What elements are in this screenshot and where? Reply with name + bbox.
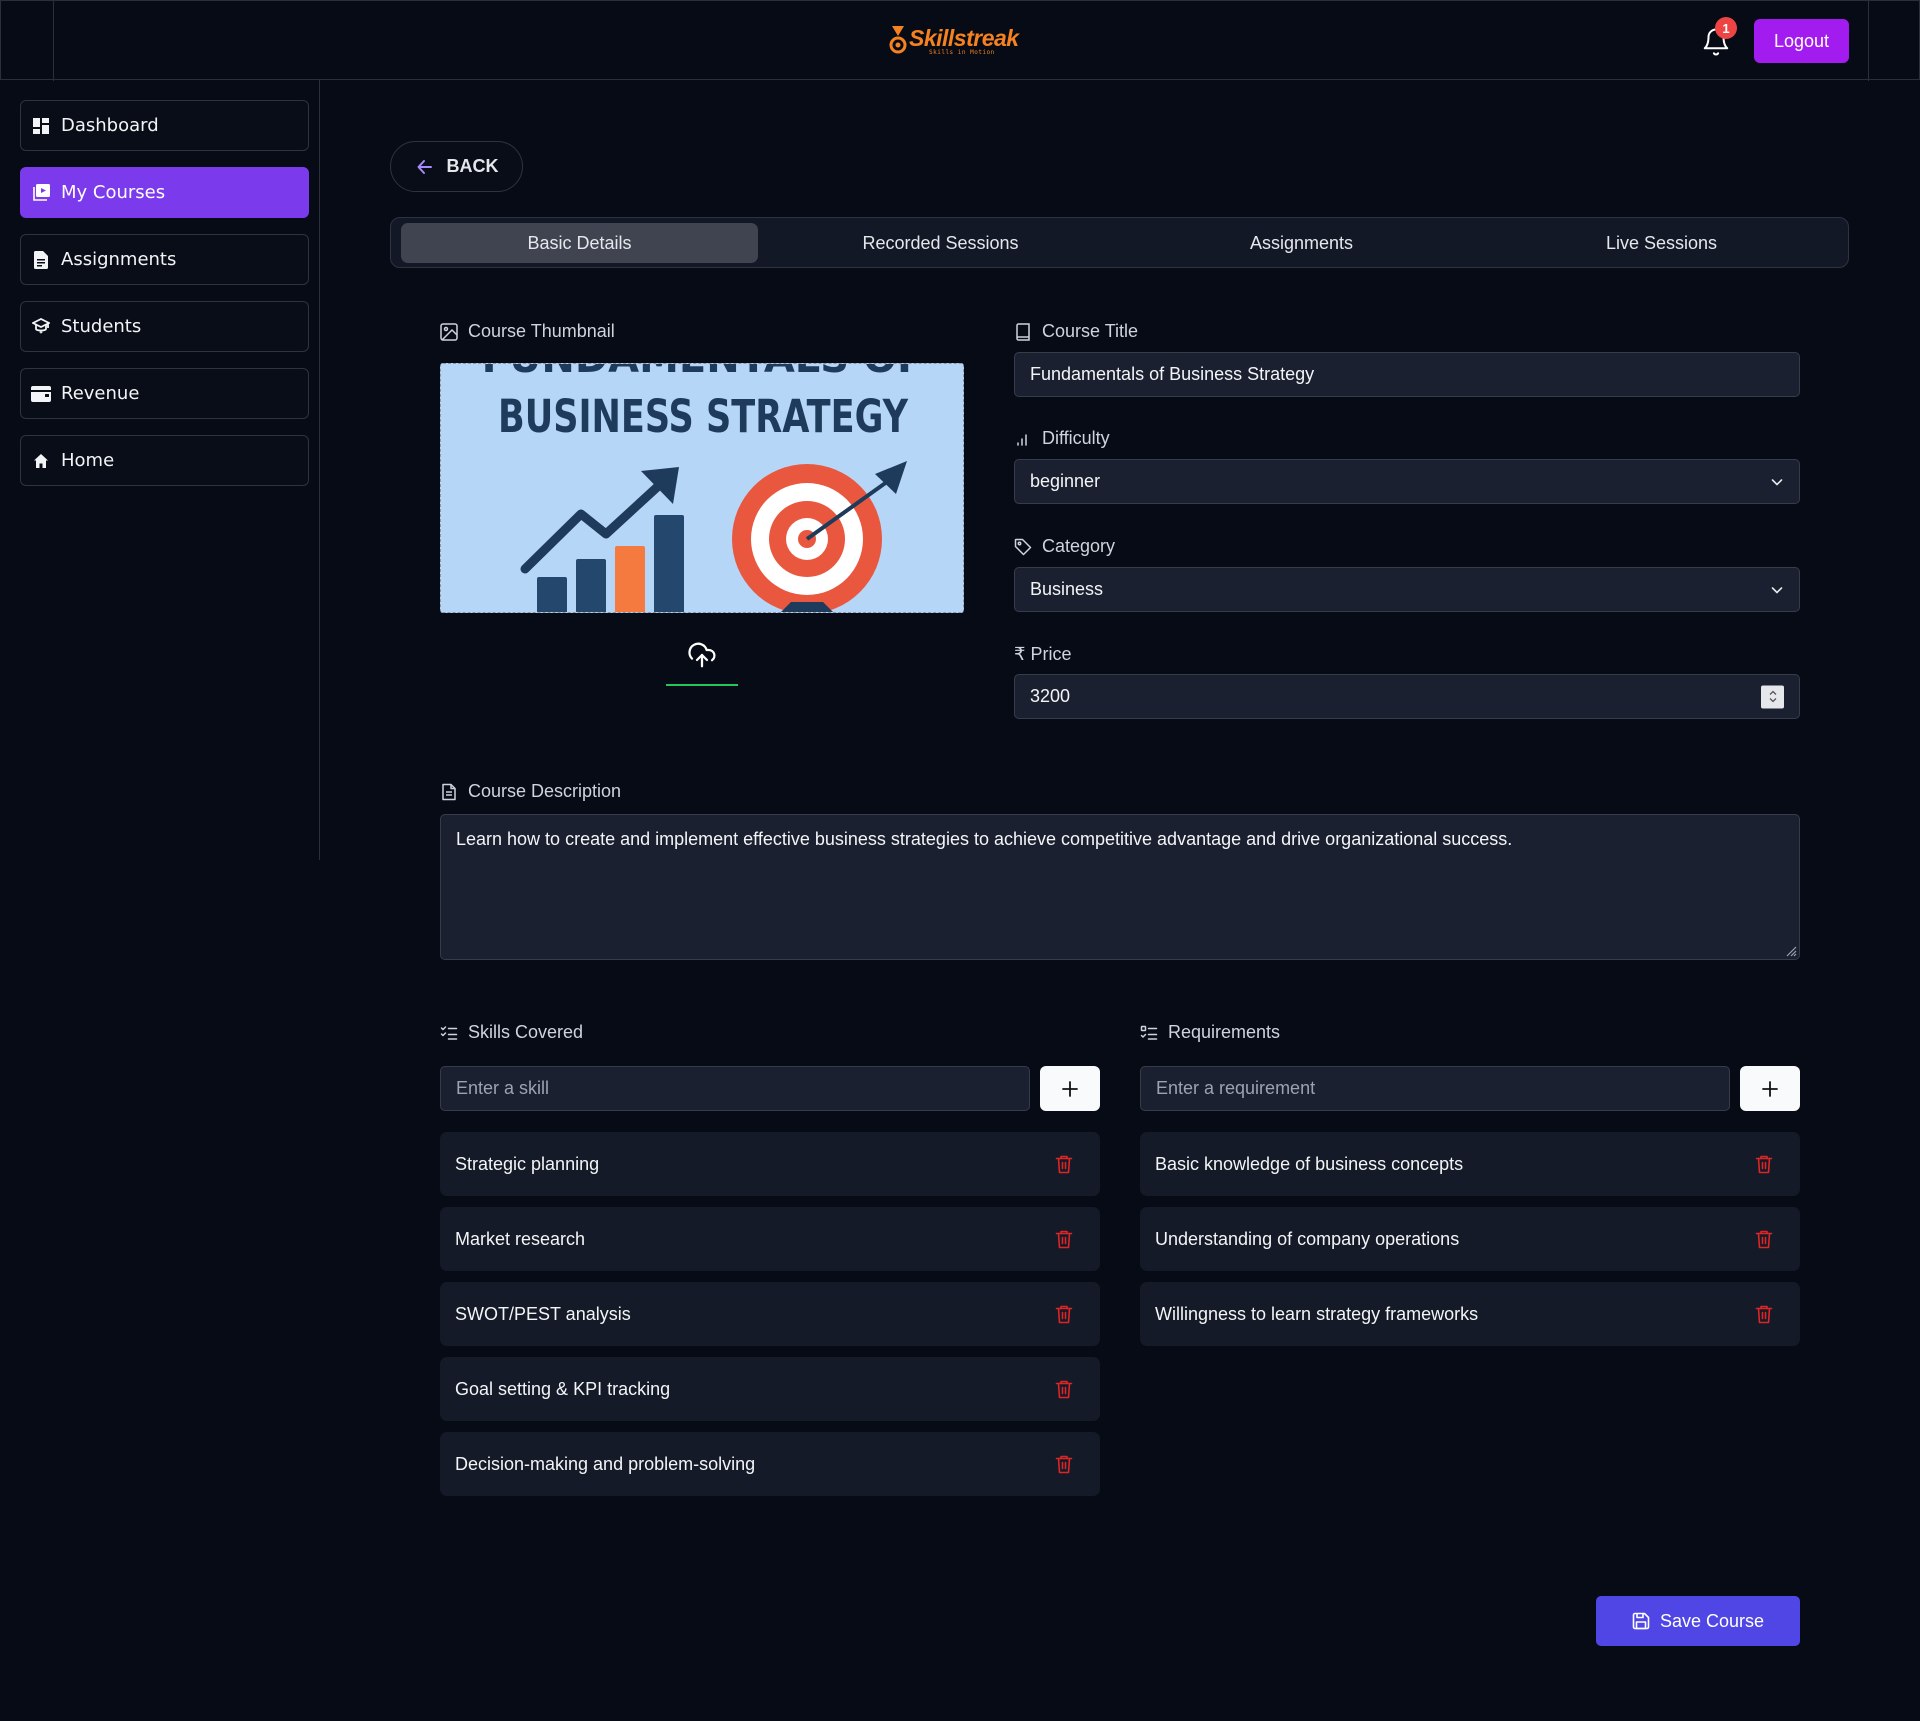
skill-item: Market research [440, 1207, 1100, 1271]
top-bar: Skillstreak Skills in Motion 1 Logout [0, 0, 1920, 81]
wallet-icon [31, 384, 51, 404]
trash-icon[interactable] [1055, 1154, 1073, 1174]
skill-item: Strategic planning [440, 1132, 1100, 1196]
sidebar-item-label: Students [61, 316, 142, 337]
file-text-icon [442, 783, 456, 800]
trash-icon[interactable] [1055, 1229, 1073, 1249]
tab-bar: Basic Details Recorded Sessions Assignme… [390, 217, 1849, 268]
thumbnail-image: FUNDAMENTALS OF BUSINESS STRATEGY [441, 364, 963, 612]
divider [53, 1, 54, 81]
video-icon [31, 183, 51, 203]
chevron-down-icon [1771, 586, 1783, 593]
list-checks-icon [440, 1025, 458, 1040]
tab-recorded-sessions[interactable]: Recorded Sessions [762, 223, 1119, 263]
brand-name: Skillstreak [909, 24, 1019, 51]
requirement-item: Basic knowledge of business concepts [1140, 1132, 1800, 1196]
difficulty-select[interactable]: beginner [1014, 459, 1800, 504]
chevron-down-icon [1771, 478, 1783, 485]
skill-placeholder: Enter a skill [456, 1078, 550, 1098]
requirements-label: Requirements [1140, 1022, 1280, 1043]
requirement-item: Understanding of company operations [1140, 1207, 1800, 1271]
skill-item: Goal setting & KPI tracking [440, 1357, 1100, 1421]
sidebar-item-students[interactable]: Students [20, 301, 309, 352]
upload-button[interactable] [666, 640, 738, 686]
brand-tagline: Skills in Motion [929, 48, 995, 56]
graduation-cap-icon [31, 317, 51, 337]
description-value: Learn how to create and implement effect… [456, 829, 1513, 849]
sidebar-item-label: Assignments [61, 249, 177, 270]
logout-button[interactable]: Logout [1754, 19, 1849, 63]
number-stepper[interactable] [1761, 685, 1784, 708]
brand-logo[interactable]: Skillstreak Skills in Motion [889, 23, 1019, 59]
requirement-item: Willingness to learn strategy frameworks [1140, 1282, 1800, 1346]
sidebar-item-label: Home [61, 450, 115, 471]
trash-icon[interactable] [1055, 1304, 1073, 1324]
document-icon [31, 250, 51, 270]
tab-live-sessions[interactable]: Live Sessions [1483, 223, 1840, 263]
trash-icon[interactable] [1755, 1304, 1773, 1324]
sidebar-item-label: Dashboard [61, 115, 159, 136]
sidebar-item-assignments[interactable]: Assignments [20, 234, 309, 285]
price-label: ₹ Price [1014, 644, 1072, 664]
home-icon [31, 451, 51, 471]
plus-icon [1062, 1080, 1078, 1097]
book-icon [1016, 322, 1030, 341]
category-label: Category [1014, 536, 1115, 557]
description-label: Course Description [440, 781, 621, 802]
title-label: Course Title [1014, 321, 1138, 342]
trash-icon[interactable] [1755, 1229, 1773, 1249]
stepper-arrows-icon [1769, 690, 1776, 703]
course-thumbnail[interactable]: FUNDAMENTALS OF BUSINESS STRATEGY [440, 363, 964, 613]
skill-item: SWOT/PEST analysis [440, 1282, 1100, 1346]
save-label: Save Course [1659, 1610, 1765, 1631]
course-title-input[interactable]: Fundamentals of Business Strategy [1014, 352, 1800, 397]
back-label: BACK [446, 156, 499, 176]
category-select[interactable]: Business [1014, 567, 1800, 612]
course-description-textarea[interactable]: Learn how to create and implement effect… [440, 814, 1800, 960]
price-value: 3200 [1030, 686, 1071, 706]
resize-handle-icon[interactable] [1783, 943, 1797, 957]
list-todo-icon [1140, 1025, 1158, 1040]
image-icon [440, 322, 458, 341]
thumbnail-text-main: BUSINESS STRATEGY [498, 390, 909, 443]
add-skill-button[interactable] [1040, 1066, 1100, 1111]
requirement-placeholder: Enter a requirement [1156, 1078, 1316, 1098]
notification-badge: 1 [1715, 17, 1737, 39]
divider [1868, 1, 1869, 81]
sidebar-item-revenue[interactable]: Revenue [20, 368, 309, 419]
skill-item: Decision-making and problem-solving [440, 1432, 1100, 1496]
medal-icon [889, 26, 907, 54]
plus-icon [1762, 1080, 1778, 1097]
signal-bars-icon [1017, 433, 1027, 446]
price-input[interactable]: 3200 [1014, 674, 1800, 719]
sidebar-item-home[interactable]: Home [20, 435, 309, 486]
skill-input[interactable]: Enter a skill [440, 1066, 1030, 1111]
difficulty-label: Difficulty [1014, 428, 1110, 449]
thumbnail-text-top: FUNDAMENTALS OF [482, 364, 925, 382]
save-course-button[interactable]: Save Course [1596, 1596, 1800, 1646]
thumbnail-label: Course Thumbnail [440, 321, 615, 342]
arrow-left-icon [417, 159, 432, 174]
sidebar-item-label: Revenue [61, 383, 140, 404]
cloud-upload-icon [688, 642, 716, 668]
sidebar-item-my-courses[interactable]: My Courses [20, 167, 309, 218]
sidebar: Dashboard My Courses Assignments Student… [0, 80, 320, 860]
dashboard-icon [31, 116, 51, 136]
tag-icon [1014, 538, 1032, 555]
sidebar-item-dashboard[interactable]: Dashboard [20, 100, 309, 151]
trash-icon[interactable] [1755, 1154, 1773, 1174]
tab-basic-details[interactable]: Basic Details [401, 223, 758, 263]
back-button[interactable]: BACK [390, 141, 523, 192]
requirement-input[interactable]: Enter a requirement [1140, 1066, 1730, 1111]
add-requirement-button[interactable] [1740, 1066, 1800, 1111]
tab-assignments[interactable]: Assignments [1123, 223, 1480, 263]
trash-icon[interactable] [1055, 1379, 1073, 1399]
save-icon [1632, 1612, 1650, 1630]
trash-icon[interactable] [1055, 1454, 1073, 1474]
category-value: Business [1030, 579, 1104, 599]
skills-label: Skills Covered [440, 1022, 583, 1043]
sidebar-item-label: My Courses [61, 182, 166, 203]
difficulty-value: beginner [1030, 471, 1101, 491]
